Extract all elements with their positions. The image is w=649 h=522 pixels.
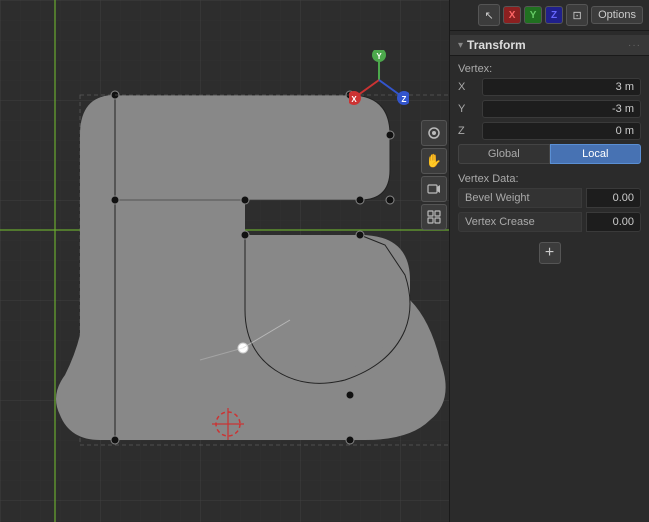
y-label: Y	[458, 103, 478, 115]
mesh-shape	[56, 91, 449, 445]
space-toggle-row: Global Local	[450, 142, 649, 166]
vertex-data-label: Vertex Data:	[450, 170, 649, 186]
bevel-weight-value[interactable]: 0.00	[586, 188, 641, 208]
panel-topbar: ↖ X Y Z ⊡ Options	[450, 0, 649, 31]
pan-tool-icon[interactable]: ✋	[421, 148, 447, 174]
camera-view-icon[interactable]	[421, 176, 447, 202]
transform-section-title: Transform	[467, 38, 526, 52]
vertex-crease-row: Vertex Crease 0.00	[450, 210, 649, 234]
z-label: Z	[458, 125, 478, 137]
render-icon[interactable]	[421, 204, 447, 230]
transform-section: ▾ Transform ··· Vertex: X 3 m Y -3 m Z 0…	[450, 31, 649, 280]
svg-text:Y: Y	[376, 52, 382, 61]
viewport-sidebar-icons: ✋	[421, 120, 447, 230]
bevel-weight-row: Bevel Weight 0.00	[450, 186, 649, 210]
add-property-btn[interactable]: +	[539, 242, 561, 264]
vertex-group-label: Vertex:	[450, 60, 649, 76]
bevel-weight-label: Bevel Weight	[458, 188, 582, 208]
local-btn[interactable]: Local	[550, 144, 642, 164]
vertex-x-row: X 3 m	[450, 76, 649, 98]
x-label: X	[458, 81, 478, 93]
z-field[interactable]: 0 m	[482, 122, 641, 140]
transform-section-body: Vertex: X 3 m Y -3 m Z 0 m Global Local	[450, 56, 649, 276]
axis-y-btn[interactable]: Y	[524, 6, 542, 24]
global-btn[interactable]: Global	[458, 144, 550, 164]
vertex-y-row: Y -3 m	[450, 98, 649, 120]
viewport[interactable]: Y X Z ✋	[0, 0, 449, 522]
transform-collapse-icon: ▾	[458, 40, 463, 51]
axis-z-btn[interactable]: Z	[545, 6, 563, 24]
cursor-mode-btn[interactable]: ↖	[478, 4, 500, 26]
grab-tool-icon[interactable]	[421, 120, 447, 146]
x-field[interactable]: 3 m	[482, 78, 641, 96]
vertex-crease-label: Vertex Crease	[458, 212, 582, 232]
vertex-crease-value[interactable]: 0.00	[586, 212, 641, 232]
transform-section-header[interactable]: ▾ Transform ···	[450, 35, 649, 56]
vertex-z-row: Z 0 m	[450, 120, 649, 142]
options-btn[interactable]: Options	[591, 6, 643, 24]
svg-text:Z: Z	[402, 95, 407, 104]
lock-btn[interactable]: ⊡	[566, 4, 588, 26]
properties-panel: ↖ X Y Z ⊡ Options ▾ Transform ··· Vertex…	[449, 0, 649, 522]
svg-text:X: X	[351, 95, 357, 104]
axis-x-btn[interactable]: X	[503, 6, 521, 24]
transform-section-dots: ···	[628, 40, 641, 51]
rotation-gizmo[interactable]: Y X Z	[349, 50, 409, 110]
y-field[interactable]: -3 m	[482, 100, 641, 118]
